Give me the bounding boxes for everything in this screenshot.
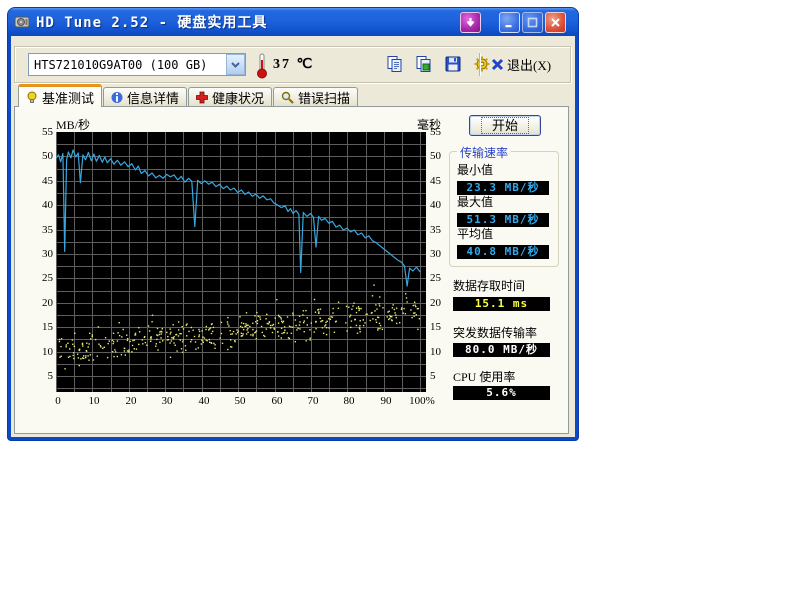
lightbulb-icon: [26, 91, 38, 104]
max-value-label: 最大值: [457, 193, 493, 210]
axis-tick-label: 10: [77, 395, 111, 407]
temperature-readout: 37 ℃: [273, 56, 314, 73]
axis-tick-label: 90: [369, 395, 403, 407]
minimize-button[interactable]: [499, 12, 520, 33]
titlebar: HD Tune 2.52 - 硬盘实用工具: [8, 8, 578, 36]
toolbar: HTS721010G9AT00 (100 GB) 37 ℃: [14, 46, 571, 83]
transfer-rate-group: 传输速率 最小值 23.3 MB/秒 最大值 51.3 MB/秒 平均值 40.…: [449, 151, 559, 267]
axis-tick-label: 30: [42, 248, 53, 260]
client-area: HTS721010G9AT00 (100 GB) 37 ℃: [11, 36, 575, 437]
benchmark-tab-page: MB/秒 毫秒 555045403530252015105 5550454035…: [14, 106, 569, 434]
tab-health[interactable]: 健康状况: [188, 87, 272, 107]
window-title: HD Tune 2.52 - 硬盘实用工具: [36, 12, 267, 32]
drive-select[interactable]: HTS721010G9AT00 (100 GB): [28, 53, 246, 76]
minimize-icon: [504, 17, 515, 28]
copy-pages-icon: [386, 55, 404, 73]
axis-tick-label: 30: [430, 248, 441, 260]
close-icon: [550, 17, 561, 28]
close-button[interactable]: [545, 12, 566, 33]
axis-tick-label: 20: [114, 395, 148, 407]
tab-health-label: 健康状况: [212, 88, 264, 107]
axis-tick-label: 15: [430, 321, 441, 333]
cpu-usage-lcd: 5.6%: [453, 386, 550, 400]
axis-tick-label: 0: [41, 395, 75, 407]
drive-select-value: HTS721010G9AT00 (100 GB): [29, 58, 226, 72]
cpu-usage-label: CPU 使用率: [453, 368, 515, 385]
hard-disk-app-icon: [14, 14, 30, 30]
axis-tick-label: 40: [187, 395, 221, 407]
download-update-button[interactable]: [460, 12, 481, 33]
avg-value-label: 平均值: [457, 225, 493, 242]
axis-tick-label: 20: [42, 297, 53, 309]
tab-error-scan-label: 错误扫描: [298, 88, 350, 107]
magnifier-icon: [281, 91, 294, 104]
axis-tick-label: 35: [42, 224, 53, 236]
transfer-rate-group-title: 传输速率: [457, 144, 511, 161]
axis-tick-label: 10: [42, 346, 53, 358]
axis-tick-label: 25: [42, 272, 53, 284]
axis-tick-label: 30: [150, 395, 184, 407]
exit-button[interactable]: 退出(X): [487, 52, 555, 76]
toolbar-separator: [479, 53, 481, 76]
down-arrow-icon: [465, 17, 476, 28]
axis-tick-label: 40: [42, 199, 53, 211]
tab-benchmark[interactable]: 基准测试: [18, 84, 102, 107]
axis-tick-label: 10: [430, 346, 441, 358]
axis-tick-label: 20: [430, 297, 441, 309]
copy-screenshot-button[interactable]: [413, 52, 435, 76]
tab-info-label: 信息详情: [127, 88, 179, 107]
axis-tick-label: 35: [430, 224, 441, 236]
min-value-label: 最小值: [457, 161, 493, 178]
red-cross-icon: [196, 91, 208, 104]
copy-pages-add-icon: [415, 55, 433, 73]
exit-label: 退出(X): [507, 55, 551, 74]
temperature-value: 37: [273, 57, 291, 72]
plot-canvas: [56, 132, 426, 392]
info-icon: [111, 91, 123, 104]
save-button[interactable]: [442, 52, 464, 76]
axis-tick-label: 100%: [405, 395, 439, 407]
axis-tick-label: 50: [42, 150, 53, 162]
chevron-down-icon: [231, 62, 240, 68]
start-button-label: 开始: [481, 117, 529, 134]
benchmark-plot: [56, 132, 426, 392]
access-time-lcd: 15.1 ms: [453, 297, 550, 311]
access-time-label: 数据存取时间: [453, 277, 525, 294]
axis-tick-label: 25: [430, 272, 441, 284]
axis-tick-label: 5: [48, 370, 54, 382]
axis-tick-label: 80: [332, 395, 366, 407]
axis-tick-label: 5: [430, 370, 436, 382]
tab-error-scan[interactable]: 错误扫描: [273, 87, 358, 107]
app-window: HD Tune 2.52 - 硬盘实用工具: [8, 8, 578, 440]
tab-info[interactable]: 信息详情: [103, 87, 187, 107]
axis-tick-label: 15: [42, 321, 53, 333]
burst-rate-label: 突发数据传输率: [453, 324, 537, 341]
floppy-disk-icon: [444, 55, 462, 73]
thermometer-icon: [255, 52, 269, 79]
exit-x-icon: [491, 58, 504, 71]
axis-tick-label: 55: [42, 126, 53, 138]
temperature-unit: ℃: [297, 57, 315, 72]
left-axis-unit-label: MB/秒: [56, 116, 90, 133]
x-axis-ticks: 0102030405060708090100%: [56, 395, 436, 409]
copy-to-clipboard-button[interactable]: [384, 52, 406, 76]
avg-value-lcd: 40.8 MB/秒: [457, 245, 549, 259]
axis-tick-label: 55: [430, 126, 441, 138]
axis-tick-label: 45: [430, 175, 441, 187]
axis-tick-label: 50: [430, 150, 441, 162]
drive-select-dropdown-button[interactable]: [226, 54, 245, 75]
start-button[interactable]: 开始: [469, 115, 541, 136]
axis-tick-label: 40: [430, 199, 441, 211]
axis-tick-label: 45: [42, 175, 53, 187]
burst-rate-lcd: 80.0 MB/秒: [453, 343, 550, 357]
tab-benchmark-label: 基准测试: [42, 88, 94, 107]
axis-tick-label: 50: [223, 395, 257, 407]
maximize-button[interactable]: [522, 12, 543, 33]
y-axis-left-ticks: 555045403530252015105: [25, 132, 53, 392]
axis-tick-label: 70: [296, 395, 330, 407]
tab-bar: 基准测试 信息详情 健康状况: [18, 86, 359, 107]
maximize-icon: [527, 17, 538, 28]
axis-tick-label: 60: [260, 395, 294, 407]
